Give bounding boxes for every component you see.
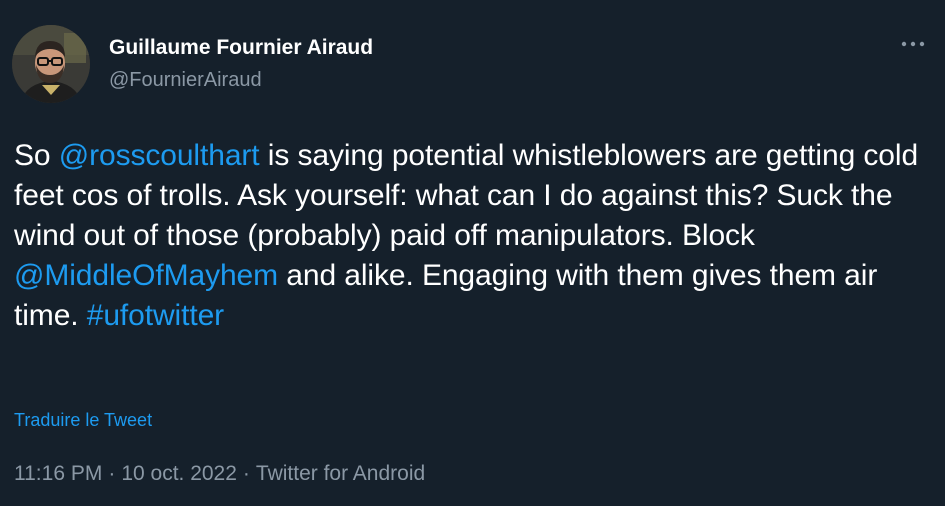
meta-separator: · [242,462,250,485]
tweet-text: So @rosscoulthart is saying potential wh… [14,136,924,336]
more-horizontal-icon [901,41,925,47]
tweet-text-segment: So [14,139,59,172]
hashtag-link[interactable]: #ufotwitter [87,299,224,332]
author-display-name[interactable]: Guillaume Fournier Airaud [109,36,373,60]
avatar[interactable] [12,25,90,103]
more-options-button[interactable] [896,34,930,54]
tweet-date[interactable]: 10 oct. 2022 [121,462,237,485]
tweet-source[interactable]: Twitter for Android [256,462,425,485]
mention-link[interactable]: @rosscoulthart [59,139,260,172]
author-handle[interactable]: @FournierAiraud [109,69,262,92]
translate-tweet-link[interactable]: Traduire le Tweet [14,410,152,431]
mention-link[interactable]: @MiddleOfMayhem [14,259,278,292]
tweet-card: Guillaume Fournier Airaud @FournierAirau… [0,0,945,506]
tweet-time[interactable]: 11:16 PM [14,462,102,485]
avatar-image [12,25,90,103]
meta-separator: · [108,462,116,485]
tweet-meta: 11:16 PM · 10 oct. 2022 · Twitter for Androi… [14,462,425,486]
